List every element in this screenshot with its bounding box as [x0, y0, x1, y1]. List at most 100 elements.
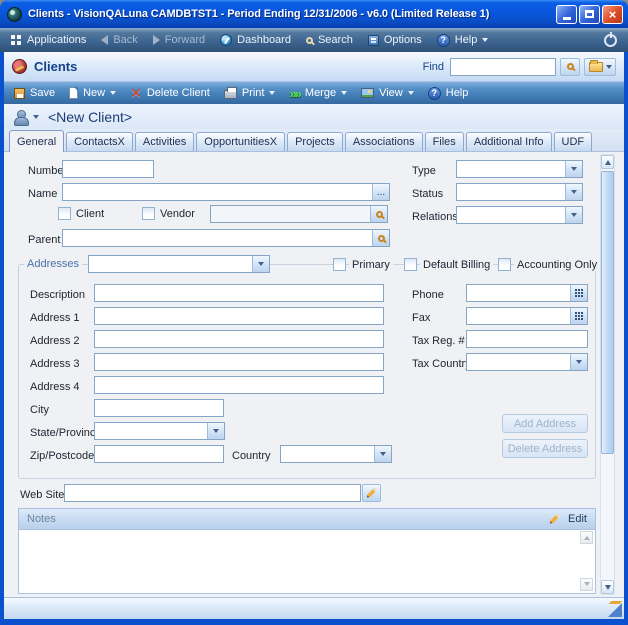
name-input[interactable] — [63, 184, 372, 200]
new-button[interactable]: New — [69, 87, 116, 99]
parent-lookup-button[interactable] — [372, 230, 389, 246]
state-province-combobox[interactable] — [94, 422, 225, 440]
address2-input[interactable] — [94, 330, 384, 348]
state-province-input[interactable] — [95, 423, 207, 439]
tab-contactsx[interactable]: ContactsX — [66, 132, 133, 151]
state-dropdown-button[interactable] — [207, 423, 224, 439]
country-input[interactable] — [281, 446, 374, 462]
address3-input[interactable] — [94, 353, 384, 371]
fax-field[interactable] — [466, 307, 588, 325]
address4-input[interactable] — [94, 376, 384, 394]
city-input[interactable] — [94, 399, 224, 417]
logoff-button[interactable] — [604, 34, 617, 47]
parent-field[interactable] — [62, 229, 390, 247]
status-dropdown-button[interactable] — [565, 184, 582, 200]
nav-dashboard[interactable]: Dashboard — [220, 34, 291, 46]
type-combobox[interactable] — [456, 160, 583, 178]
print-button[interactable]: Print — [224, 87, 276, 99]
save-button[interactable]: Save — [14, 87, 55, 99]
add-address-button[interactable]: Add Address — [502, 414, 588, 433]
scroll-down-button[interactable] — [601, 580, 614, 594]
record-menu-chevron-icon[interactable] — [33, 115, 39, 122]
notes-body[interactable] — [19, 530, 595, 592]
fax-input[interactable] — [467, 308, 570, 324]
web-site-edit-button[interactable] — [362, 484, 381, 502]
resize-grip[interactable] — [606, 601, 622, 617]
merge-button[interactable]: »» Merge — [289, 87, 347, 99]
address1-label: Address 1 — [30, 312, 80, 324]
main-scrollbar[interactable] — [600, 154, 615, 595]
tax-reg-input[interactable] — [466, 330, 588, 348]
description-input[interactable] — [94, 284, 384, 302]
notes-edit-button[interactable]: Edit — [548, 513, 587, 525]
web-site-input[interactable] — [64, 484, 361, 502]
scroll-up-button[interactable] — [601, 155, 614, 169]
tab-opportunitiesx[interactable]: OpportunitiesX — [196, 132, 285, 151]
minimize-button[interactable] — [556, 5, 577, 24]
tab-associations[interactable]: Associations — [345, 132, 423, 151]
country-dropdown-button[interactable] — [374, 446, 391, 462]
tab-files[interactable]: Files — [425, 132, 464, 151]
phone-field[interactable] — [466, 284, 588, 302]
city-label: City — [30, 404, 49, 416]
delete-client-button[interactable]: ✕ Delete Client — [130, 87, 210, 99]
scrollbar-thumb[interactable] — [601, 171, 614, 454]
maximize-button[interactable] — [579, 5, 600, 24]
relationship-input[interactable] — [457, 207, 565, 223]
vendor-lookup-input[interactable] — [211, 206, 370, 222]
tab-projects[interactable]: Projects — [287, 132, 343, 151]
parent-input[interactable] — [63, 230, 372, 246]
nav-search[interactable]: Search — [306, 34, 353, 46]
phone-dial-button[interactable] — [570, 285, 587, 301]
tax-country-dropdown-button[interactable] — [570, 354, 587, 370]
zip-postcode-input[interactable] — [94, 445, 224, 463]
primary-checkbox[interactable] — [333, 258, 346, 271]
find-search-button[interactable] — [560, 58, 580, 76]
nav-forward[interactable]: Forward — [153, 34, 205, 46]
fax-dial-button[interactable] — [570, 308, 587, 324]
vendor-checkbox[interactable] — [142, 207, 155, 220]
notes-scroll-down-button[interactable] — [580, 578, 593, 591]
tab-additional-info[interactable]: Additional Info — [466, 132, 552, 151]
close-button[interactable]: × — [602, 5, 623, 24]
relationship-dropdown-button[interactable] — [565, 207, 582, 223]
country-combobox[interactable] — [280, 445, 392, 463]
number-input[interactable] — [62, 160, 154, 178]
addresses-combobox[interactable] — [88, 255, 270, 273]
nav-options[interactable]: Options — [368, 34, 422, 46]
vendor-lookup-button[interactable] — [370, 206, 387, 222]
tax-country-input[interactable] — [467, 354, 570, 370]
type-input[interactable] — [457, 161, 565, 177]
nav-help[interactable]: ? Help — [437, 34, 489, 47]
chevron-down-icon — [584, 582, 590, 589]
status-input[interactable] — [457, 184, 565, 200]
help-button[interactable]: ? Help — [428, 87, 469, 100]
nav-back[interactable]: Back — [101, 34, 137, 46]
print-icon — [224, 90, 237, 99]
tab-general[interactable]: General — [9, 130, 64, 152]
name-browse-button[interactable]: ... — [372, 184, 389, 200]
tab-activities[interactable]: Activities — [135, 132, 194, 151]
default-billing-checkbox[interactable] — [404, 258, 417, 271]
relationship-combobox[interactable] — [456, 206, 583, 224]
client-checkbox[interactable] — [58, 207, 71, 220]
name-field[interactable]: ... — [62, 183, 390, 201]
nav-applications[interactable]: Applications — [11, 34, 86, 46]
addresses-input[interactable] — [89, 256, 252, 272]
vendor-lookup-field[interactable] — [210, 205, 388, 223]
tax-country-combobox[interactable] — [466, 353, 588, 371]
address1-input[interactable] — [94, 307, 384, 325]
phone-input[interactable] — [467, 285, 570, 301]
notes-scrollbar[interactable] — [580, 531, 594, 591]
find-input[interactable] — [450, 58, 556, 76]
addresses-dropdown-button[interactable] — [252, 256, 269, 272]
view-button[interactable]: View — [361, 87, 414, 99]
accounting-only-checkbox[interactable] — [498, 258, 511, 271]
status-combobox[interactable] — [456, 183, 583, 201]
pencil-icon — [549, 513, 561, 525]
saved-searches-button[interactable] — [584, 58, 616, 76]
type-dropdown-button[interactable] — [565, 161, 582, 177]
notes-scroll-up-button[interactable] — [580, 531, 593, 544]
tab-udf[interactable]: UDF — [554, 132, 593, 151]
delete-address-button[interactable]: Delete Address — [502, 439, 588, 458]
